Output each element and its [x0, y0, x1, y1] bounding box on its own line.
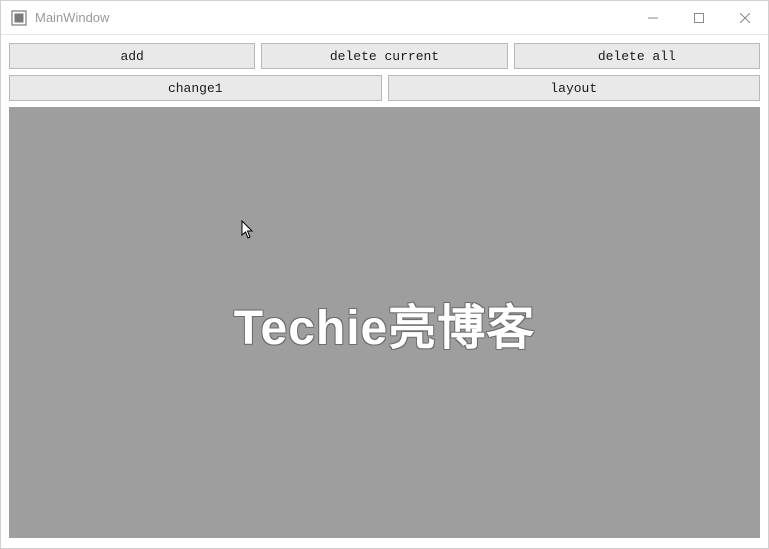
- delete-all-button[interactable]: delete all: [514, 43, 760, 69]
- delete-all-button-label: delete all: [598, 49, 676, 64]
- client-area: add delete current delete all change1 la…: [1, 35, 768, 548]
- change1-button[interactable]: change1: [9, 75, 382, 101]
- delete-current-button-label: delete current: [330, 49, 439, 64]
- canvas-area: Techie亮博客: [9, 107, 760, 538]
- window-title: MainWindow: [35, 10, 109, 25]
- change1-button-label: change1: [168, 81, 223, 96]
- button-row-1: add delete current delete all: [9, 43, 760, 69]
- add-button[interactable]: add: [9, 43, 255, 69]
- titlebar: MainWindow: [1, 1, 768, 35]
- minimize-button[interactable]: [630, 1, 676, 34]
- app-icon: [11, 10, 27, 26]
- close-button[interactable]: [722, 1, 768, 34]
- maximize-button[interactable]: [676, 1, 722, 34]
- delete-current-button[interactable]: delete current: [261, 43, 507, 69]
- layout-button[interactable]: layout: [388, 75, 761, 101]
- main-window: MainWindow add delete current: [0, 0, 769, 549]
- window-controls: [630, 1, 768, 34]
- watermark-text: Techie亮博客: [234, 288, 536, 358]
- layout-button-label: layout: [550, 81, 597, 96]
- add-button-label: add: [120, 49, 143, 64]
- button-row-2: change1 layout: [9, 75, 760, 101]
- cursor-icon: [241, 220, 255, 240]
